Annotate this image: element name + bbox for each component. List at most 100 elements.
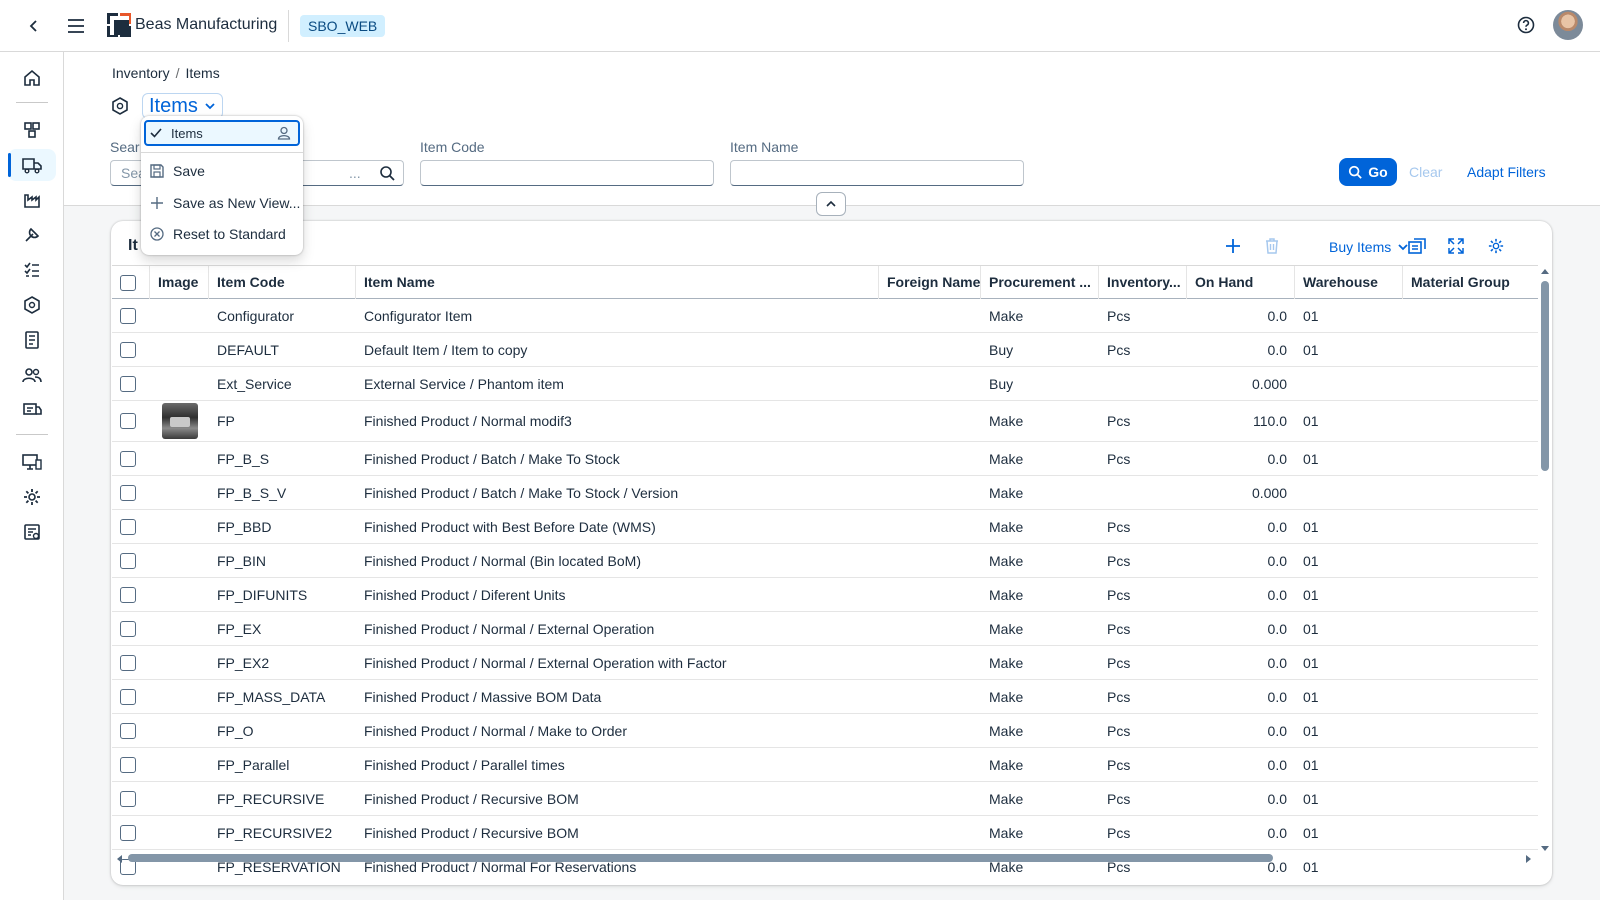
column-item-code[interactable]: Item Code bbox=[209, 266, 356, 299]
nav-documents[interactable] bbox=[8, 324, 56, 356]
row-checkbox[interactable] bbox=[120, 688, 136, 705]
on-hand-cell: 0.0 bbox=[1267, 790, 1287, 807]
procurement-cell: Make bbox=[989, 688, 1024, 705]
row-checkbox[interactable] bbox=[120, 790, 136, 807]
row-checkbox[interactable] bbox=[120, 620, 136, 637]
nav-items[interactable] bbox=[8, 289, 56, 321]
menu-button[interactable] bbox=[64, 14, 88, 38]
table-row[interactable]: FP Finished Product / Normal modif3 Make Pc… bbox=[112, 401, 1538, 442]
nav-partners[interactable] bbox=[8, 359, 56, 391]
column-inventory-uom[interactable]: Inventory... bbox=[1099, 266, 1187, 299]
column-item-name[interactable]: Item Name bbox=[356, 266, 879, 299]
nav-home[interactable] bbox=[8, 62, 56, 94]
export-button[interactable] bbox=[1406, 235, 1428, 257]
column-foreign-name[interactable]: Foreign Name bbox=[879, 266, 981, 299]
row-checkbox[interactable] bbox=[120, 341, 136, 358]
vertical-scrollbar[interactable] bbox=[1538, 265, 1552, 855]
row-checkbox[interactable] bbox=[120, 586, 136, 603]
variant-option-items-row[interactable]: Items bbox=[149, 122, 299, 144]
nav-tools[interactable] bbox=[8, 219, 56, 251]
app-title[interactable]: Beas Manufacturing bbox=[135, 16, 277, 34]
table-row[interactable]: FP_B_S_V Finished Product / Batch / Make … bbox=[112, 476, 1538, 510]
scroll-left-icon[interactable] bbox=[115, 854, 123, 864]
table-settings-button[interactable] bbox=[1485, 235, 1507, 257]
go-button[interactable]: Go bbox=[1339, 158, 1397, 186]
nav-dashboard[interactable] bbox=[8, 114, 56, 146]
wrench-icon bbox=[25, 227, 40, 242]
item-code-field[interactable] bbox=[420, 160, 714, 186]
item-code-cell: FP_RECURSIVE2 bbox=[217, 824, 333, 841]
row-checkbox[interactable] bbox=[120, 518, 136, 535]
row-checkbox[interactable] bbox=[120, 307, 136, 324]
table-row[interactable]: FP_MASS_DATA Finished Product / Massive B… bbox=[112, 680, 1538, 714]
nav-settings[interactable] bbox=[8, 481, 56, 513]
add-button[interactable] bbox=[1222, 235, 1244, 257]
nav-production[interactable] bbox=[8, 184, 56, 216]
column-procurement[interactable]: Procurement ... bbox=[981, 266, 1099, 299]
row-checkbox[interactable] bbox=[120, 450, 136, 467]
breadcrumb-items: Items bbox=[185, 65, 220, 81]
table-row[interactable]: FP_RECURSIVE Finished Product / Recursive… bbox=[112, 782, 1538, 816]
table-row[interactable]: DEFAULT Default Item / Item to copy Buy Pcs… bbox=[112, 333, 1538, 367]
column-warehouse[interactable]: Warehouse bbox=[1295, 266, 1403, 299]
procurement-cell: Make bbox=[989, 790, 1024, 807]
scroll-up-icon[interactable] bbox=[1540, 267, 1550, 275]
search-icon[interactable] bbox=[379, 165, 395, 181]
save-variant-item[interactable]: Save bbox=[149, 160, 205, 182]
inventory-uom-cell: Pcs bbox=[1107, 756, 1131, 773]
table-row[interactable]: FP_BBD Finished Product with Best Before … bbox=[112, 510, 1538, 544]
table-row[interactable]: FP_BIN Finished Product / Normal (Bin loc… bbox=[112, 544, 1538, 578]
buy-items-menu[interactable]: Buy Items bbox=[1329, 236, 1409, 258]
row-checkbox[interactable] bbox=[120, 756, 136, 773]
table-row[interactable]: FP_O Finished Product / Normal / Make to … bbox=[112, 714, 1538, 748]
back-button[interactable] bbox=[22, 14, 46, 38]
scroll-down-icon[interactable] bbox=[1540, 845, 1550, 853]
select-all-checkbox[interactable] bbox=[120, 274, 136, 291]
row-checkbox[interactable] bbox=[120, 484, 136, 501]
person-icon bbox=[277, 126, 291, 140]
breadcrumb-inventory[interactable]: Inventory bbox=[112, 65, 170, 81]
table-row[interactable]: Ext_Service External Service / Phantom it… bbox=[112, 367, 1538, 401]
nav-inventory[interactable] bbox=[8, 149, 56, 181]
delete-button[interactable] bbox=[1261, 235, 1283, 257]
nav-sales[interactable] bbox=[8, 394, 56, 426]
help-button[interactable] bbox=[1515, 14, 1537, 36]
row-checkbox[interactable] bbox=[120, 824, 136, 841]
table-row[interactable]: FP_RECURSIVE2 Finished Product / Recursiv… bbox=[112, 816, 1538, 850]
table-row[interactable]: FP_DIFUNITS Finished Product / Diferent U… bbox=[112, 578, 1538, 612]
row-checkbox[interactable] bbox=[120, 654, 136, 671]
table-row[interactable]: Configurator Configurator Item Make Pcs 0.0 0… bbox=[112, 299, 1538, 333]
vertical-scroll-thumb[interactable] bbox=[1541, 281, 1549, 471]
adapt-filters-button[interactable]: Adapt Filters bbox=[1467, 164, 1546, 180]
product-icon bbox=[24, 296, 40, 314]
row-checkbox[interactable] bbox=[120, 413, 136, 429]
horizontal-scrollbar[interactable] bbox=[111, 851, 1538, 865]
user-avatar[interactable] bbox=[1553, 10, 1583, 40]
table-row[interactable]: FP_EX2 Finished Product / Normal / Extern… bbox=[112, 646, 1538, 680]
column-material-group[interactable]: Material Group bbox=[1403, 266, 1538, 299]
fullscreen-button[interactable] bbox=[1445, 235, 1467, 257]
buy-items-label: Buy Items bbox=[1329, 239, 1392, 255]
table-row[interactable]: FP_B_S Finished Product / Batch / Make To… bbox=[112, 442, 1538, 476]
column-on-hand[interactable]: On Hand bbox=[1187, 266, 1295, 299]
collapse-header-button[interactable] bbox=[816, 192, 846, 216]
clear-button[interactable]: Clear bbox=[1409, 164, 1442, 180]
nav-tasks[interactable] bbox=[8, 254, 56, 286]
horizontal-scroll-thumb[interactable] bbox=[128, 854, 1273, 862]
row-checkbox[interactable] bbox=[120, 375, 136, 392]
item-name-field[interactable] bbox=[730, 160, 1024, 186]
chevron-up-icon bbox=[826, 200, 836, 207]
cubes-icon bbox=[24, 122, 40, 138]
table-row[interactable]: FP_Parallel Finished Product / Parallel t… bbox=[112, 748, 1538, 782]
table-title: It bbox=[128, 237, 138, 254]
reset-to-standard-item[interactable]: Reset to Standard bbox=[149, 223, 286, 245]
save-as-new-view-item[interactable]: Save as New View... bbox=[149, 192, 300, 214]
nav-reports[interactable] bbox=[8, 516, 56, 548]
table-row[interactable]: FP_EX Finished Product / Normal / Externa… bbox=[112, 612, 1538, 646]
column-image[interactable]: Image bbox=[150, 266, 209, 299]
scroll-right-icon[interactable] bbox=[1525, 854, 1533, 864]
table-header: Image Item Code Item Name Foreign Name P… bbox=[112, 265, 1538, 299]
row-checkbox[interactable] bbox=[120, 552, 136, 569]
row-checkbox[interactable] bbox=[120, 722, 136, 739]
nav-devices[interactable] bbox=[8, 446, 56, 478]
